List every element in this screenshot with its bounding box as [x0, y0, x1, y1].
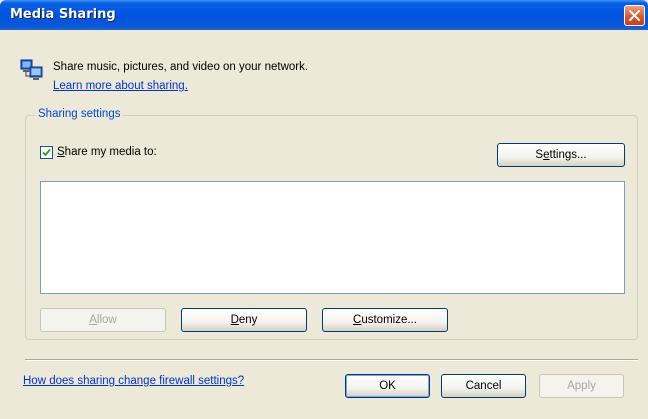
customize-button[interactable]: Customize... — [322, 308, 448, 332]
close-icon — [629, 10, 640, 21]
settings-button-text: S — [535, 149, 544, 161]
window-title: Media Sharing — [10, 7, 116, 22]
header-description: Share music, pictures, and video on your… — [53, 61, 309, 73]
share-media-label-text: hare my media to: — [64, 146, 157, 158]
allow-button[interactable]: Allow — [40, 308, 166, 332]
share-media-mnemonic: S — [57, 146, 65, 158]
learn-more-link[interactable]: Learn more about sharing. — [53, 80, 188, 92]
media-sharing-dialog: Media Sharing Share music, pictures, and… — [0, 0, 648, 419]
sharing-settings-label: Sharing settings — [35, 108, 124, 120]
deny-button[interactable]: Deny — [181, 308, 307, 332]
firewall-settings-link[interactable]: How does sharing change firewall setting… — [23, 375, 244, 387]
apply-button[interactable]: Apply — [539, 374, 624, 398]
share-media-label[interactable]: Share my media to: — [57, 146, 157, 158]
deny-button-text: eny — [238, 314, 258, 326]
deny-button-mnemonic: D — [230, 314, 239, 326]
allow-button-text: llow — [96, 314, 117, 326]
footer-separator — [25, 359, 638, 361]
cancel-button[interactable]: Cancel — [441, 374, 526, 398]
allow-button-mnemonic: A — [89, 314, 97, 326]
ok-button[interactable]: OK — [345, 374, 430, 398]
settings-button-text-rest: ttings... — [549, 149, 587, 161]
share-media-checkbox[interactable] — [40, 146, 53, 159]
devices-list[interactable] — [40, 181, 625, 294]
title-bar[interactable]: Media Sharing — [0, 0, 648, 30]
settings-button[interactable]: Settings... — [497, 143, 625, 167]
customize-button-text: ustomize... — [361, 314, 417, 326]
close-button[interactable] — [624, 5, 645, 26]
network-computers-icon — [20, 59, 43, 80]
checkmark-icon — [42, 148, 51, 157]
